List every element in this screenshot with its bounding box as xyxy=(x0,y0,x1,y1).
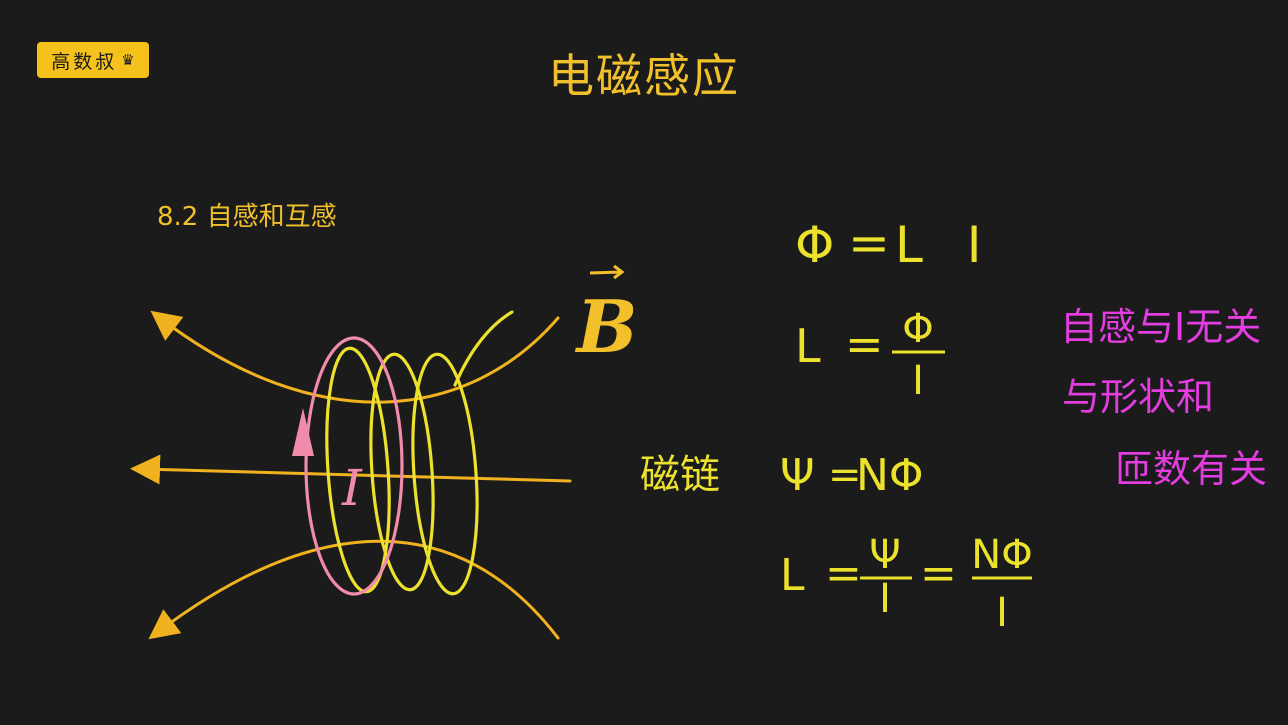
coil-lead xyxy=(453,310,514,387)
coil-loop xyxy=(411,352,479,596)
flux-linkage-rhs: NΦ xyxy=(856,450,924,501)
formula-inductance-num: Φ xyxy=(902,306,933,352)
formula-flux-rhs: L I xyxy=(895,216,996,274)
note-line-1: 自感与I无关 xyxy=(1060,305,1261,349)
note-line-2: 与形状和 xyxy=(1062,375,1214,419)
formula-inductance: L = Φ I xyxy=(795,306,945,404)
flux-linkage-lhs: Ψ xyxy=(780,450,815,501)
field-label: B xyxy=(575,284,638,369)
current-label: I xyxy=(341,459,363,517)
formula4-lhs: L xyxy=(780,550,805,601)
solenoid-coil xyxy=(325,310,514,596)
formula4-den1: I xyxy=(879,576,891,622)
formula4-den2: I xyxy=(996,590,1008,636)
formula-flux-eq: = xyxy=(848,214,890,272)
field-line-top xyxy=(150,310,560,404)
formula4-eq1: = xyxy=(825,548,862,599)
formula4-num1: Ψ xyxy=(869,532,900,578)
formula-flux-linkage: 磁链 Ψ = NΦ xyxy=(640,450,924,501)
blackboard-canvas: I B Φ = L I L = Φ I 磁链 Ψ = NΦ L = Ψ I = … xyxy=(130,214,1267,640)
formula-inductance-linkage: L = Ψ I = NΦ I xyxy=(780,532,1033,636)
handwritten-note: 自感与I无关 与形状和 匝数有关 xyxy=(1060,305,1267,491)
formula4-num2: NΦ xyxy=(971,532,1032,578)
formula-flux: Φ = L I xyxy=(795,214,996,274)
formula-inductance-den: I xyxy=(912,358,924,404)
formula-flux-lhs: Φ xyxy=(795,216,834,274)
field-vector-label: B xyxy=(575,264,638,369)
flux-linkage-label: 磁链 xyxy=(640,452,720,498)
note-line-3: 匝数有关 xyxy=(1115,447,1267,491)
formula-inductance-lhs: L xyxy=(795,319,821,373)
vector-arrow-icon xyxy=(589,264,625,280)
formula4-eq2: = xyxy=(920,548,957,599)
formula-inductance-eq: = xyxy=(845,317,884,371)
